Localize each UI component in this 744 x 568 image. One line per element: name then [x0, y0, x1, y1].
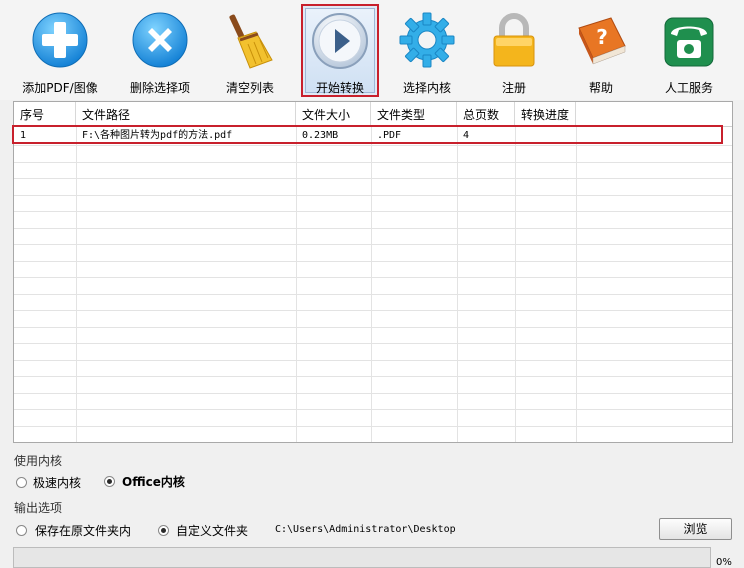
manual-service-button[interactable]: 人工服务: [646, 4, 732, 96]
grid-row-line: [14, 261, 732, 262]
add-plus-icon: [32, 12, 88, 68]
delete-selected-button[interactable]: 删除选择项: [117, 4, 203, 96]
start-convert-label: 开始转换: [315, 81, 364, 95]
grid-row-line: [14, 277, 732, 278]
column-header-type[interactable]: 文件类型: [371, 102, 457, 126]
custom-folder-radio[interactable]: [158, 525, 169, 536]
column-header-size[interactable]: 文件大小: [296, 102, 371, 126]
fast-engine-radio[interactable]: [16, 477, 27, 488]
file-list-table[interactable]: 序号 文件路径 文件大小 文件类型 总页数 转换进度 1 F:\各种图片转为pd…: [13, 101, 733, 443]
start-convert-button[interactable]: 开始转换: [301, 4, 379, 97]
phone-icon: [664, 17, 714, 67]
add-pdf-image-button[interactable]: 添加PDF/图像: [17, 4, 103, 96]
grid-column-line: [371, 127, 372, 442]
toolbar: 添加PDF/图像 删除选择项 清空列表 开始转换 选择内核 注册 ? 帮助 人工…: [0, 0, 744, 100]
grid-row-line: [14, 442, 732, 443]
grid-row-line: [14, 145, 732, 146]
delete-x-icon: [132, 12, 188, 68]
grid-column-line: [515, 127, 516, 442]
grid-row-line: [14, 426, 732, 427]
save-original-folder-radio[interactable]: [16, 525, 27, 536]
engine-section-label: 使用内核: [14, 454, 63, 468]
output-section-label: 输出选项: [14, 501, 63, 515]
grid-row-line: [14, 244, 732, 245]
gear-icon: [399, 12, 455, 68]
grid-row-line: [14, 343, 732, 344]
register-button[interactable]: 注册: [471, 4, 557, 96]
help-button[interactable]: ? 帮助: [558, 4, 644, 96]
grid-row-line: [14, 360, 732, 361]
grid-row-line: [14, 178, 732, 179]
grid-row-line: [14, 211, 732, 212]
select-engine-button[interactable]: 选择内核: [384, 4, 470, 96]
clear-list-label: 清空列表: [225, 81, 274, 95]
conversion-progress-bar: [13, 547, 711, 568]
office-engine-label[interactable]: Office内核: [122, 473, 185, 490]
grid-row-line: [14, 310, 732, 311]
grid-row-line: [14, 327, 732, 328]
manual-service-label: 人工服务: [664, 81, 713, 95]
grid-column-line: [76, 127, 77, 442]
column-header-path[interactable]: 文件路径: [76, 102, 296, 126]
fast-engine-label[interactable]: 极速内核: [33, 474, 81, 491]
grid-column-line: [296, 127, 297, 442]
lock-icon: [493, 13, 535, 67]
column-header-index[interactable]: 序号: [14, 102, 76, 126]
grid-row-line: [14, 294, 732, 295]
output-path-field[interactable]: C:\Users\Administrator\Desktop: [271, 519, 654, 541]
grid-row-line: [14, 409, 732, 410]
register-label: 注册: [501, 81, 526, 95]
help-label: 帮助: [588, 81, 613, 95]
browse-button[interactable]: 浏览: [659, 518, 732, 540]
help-book-icon: ?: [578, 17, 626, 65]
grid-row-line: [14, 228, 732, 229]
office-engine-radio[interactable]: [104, 476, 115, 487]
broom-icon: [229, 14, 273, 69]
clear-list-button[interactable]: 清空列表: [207, 4, 293, 96]
selected-row-highlight: [12, 125, 723, 144]
table-header: 序号 文件路径 文件大小 文件类型 总页数 转换进度: [14, 102, 732, 127]
add-pdf-image-label: 添加PDF/图像: [22, 81, 98, 95]
select-engine-label: 选择内核: [402, 81, 451, 95]
grid-row-line: [14, 162, 732, 163]
progress-percent-label: 0%: [716, 557, 732, 568]
grid-row-line: [14, 376, 732, 377]
play-icon: [312, 13, 368, 69]
delete-selected-label: 删除选择项: [129, 81, 190, 95]
column-header-pages[interactable]: 总页数: [457, 102, 515, 126]
grid-column-line: [576, 127, 577, 442]
svg-text:?: ?: [596, 25, 608, 49]
grid-row-line: [14, 195, 732, 196]
grid-row-line: [14, 393, 732, 394]
custom-folder-label[interactable]: 自定义文件夹: [176, 522, 248, 539]
save-original-folder-label[interactable]: 保存在原文件夹内: [35, 522, 131, 539]
grid-column-line: [457, 127, 458, 442]
column-header-progress[interactable]: 转换进度: [515, 102, 576, 126]
